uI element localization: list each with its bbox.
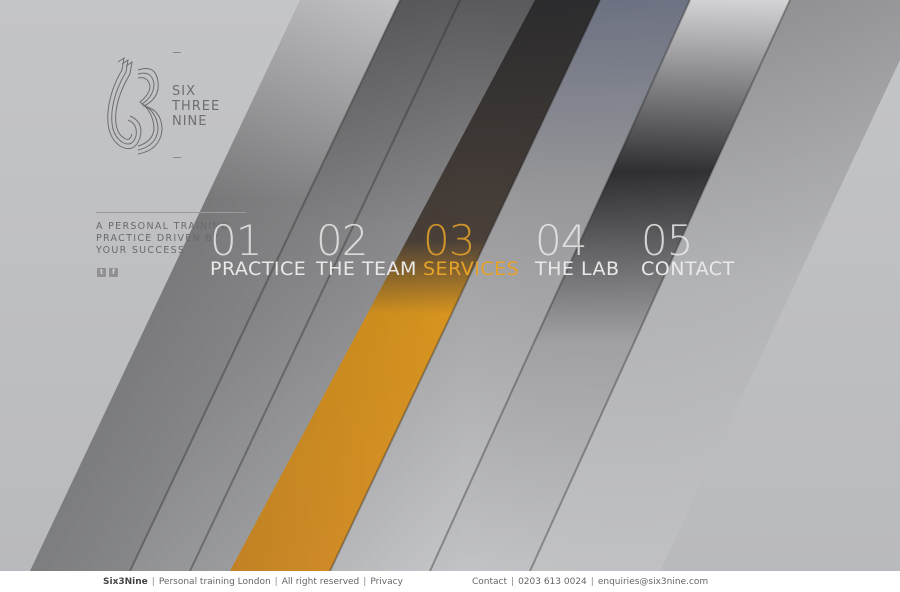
logo-word-three: THREE: [172, 99, 221, 114]
footer-privacy-link[interactable]: Privacy: [370, 577, 403, 587]
nav-item-practice[interactable]: 01 PRACTICE: [210, 216, 306, 280]
footer-tagline: Personal training London: [158, 577, 271, 587]
logo-tick-bottom: [173, 157, 181, 158]
logo-word-nine: NINE: [172, 114, 208, 129]
footer-brand: Six3Nine: [103, 577, 148, 587]
footer-email-link[interactable]: enquiries@six3nine.com: [598, 577, 708, 587]
hero-stage: SIX THREE NINE A PERSONAL TRAINING PRACT…: [0, 0, 900, 571]
footer-phone: 0203 613 0024: [518, 577, 587, 587]
footer: Six3Nine | Personal training London | All ri…: [0, 571, 900, 592]
logo-word-six: SIX: [172, 84, 196, 99]
footer-right: Contact | 0203 613 0024 | enquiries@six3nine…: [472, 577, 709, 587]
nav-number: 04: [535, 216, 587, 265]
twitter-icon[interactable]: t: [97, 268, 106, 277]
footer-left: Six3Nine | Personal training London | All ri…: [103, 577, 403, 587]
nav-number: 01: [210, 216, 262, 265]
footer-contact-link[interactable]: Contact: [472, 577, 507, 587]
footer-rights: All right reserved: [281, 577, 360, 587]
divider-rule: [96, 212, 246, 213]
nav-number: 02: [316, 216, 368, 265]
logo-tick-top: [173, 52, 181, 53]
nav-item-contact[interactable]: 05 CONTACT: [641, 216, 735, 280]
nav-item-the-team[interactable]: 02 THE TEAM: [316, 216, 417, 280]
facebook-icon[interactable]: f: [109, 268, 118, 277]
nav-item-services[interactable]: 03 SERVICES: [423, 216, 519, 280]
nav-item-the-lab[interactable]: 04 THE LAB: [535, 216, 620, 280]
nav-number: 05: [641, 216, 693, 265]
nav-number: 03: [423, 216, 475, 265]
